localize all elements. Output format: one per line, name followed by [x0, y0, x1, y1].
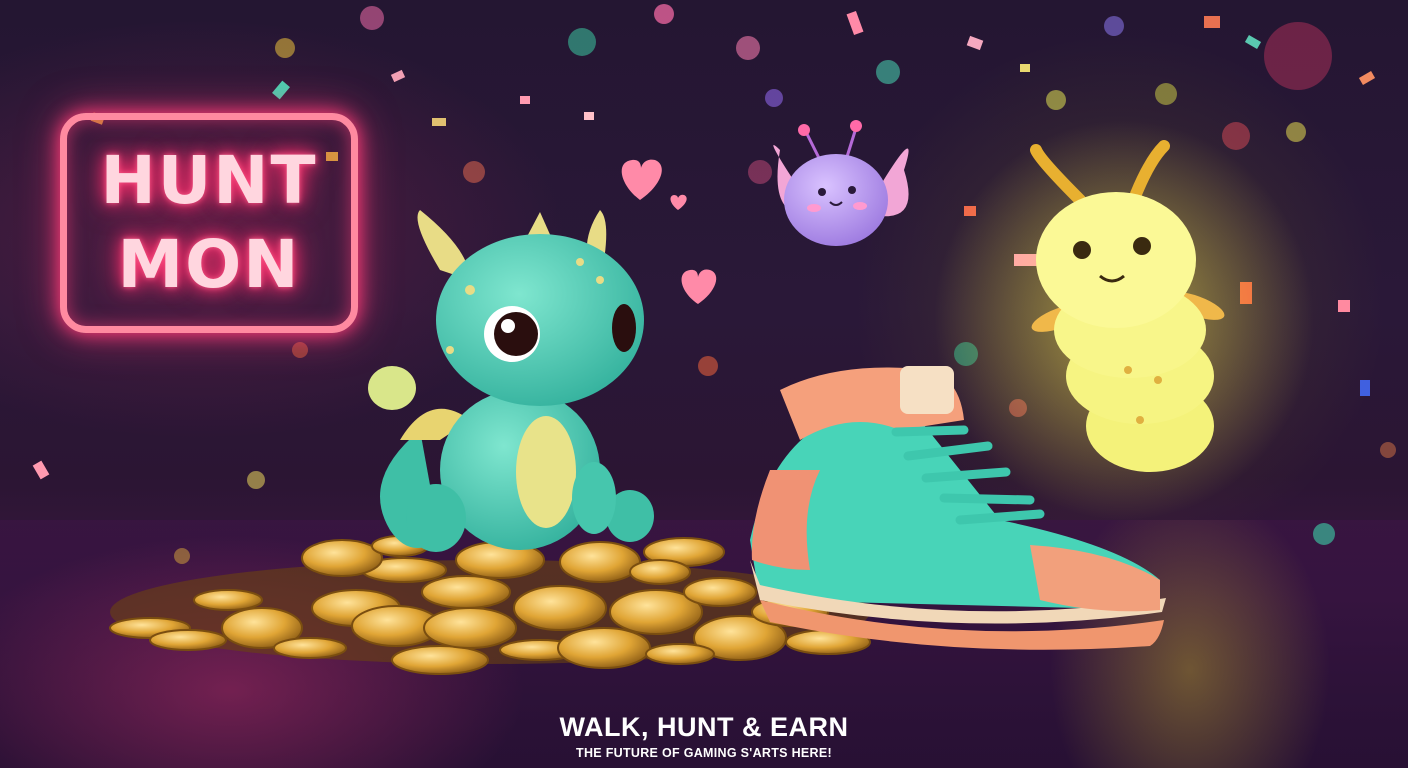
purple-winged-creature: [773, 120, 909, 246]
headline: WALK, HUNT & EARN: [559, 712, 849, 742]
tagline: THE FUTURE OF GAMING S'ARTS HERE!: [576, 746, 832, 760]
hunt-mon-neon-logo: HUNT MON: [60, 113, 358, 333]
logo-line-2: MON: [117, 226, 301, 303]
hearts: [621, 159, 717, 304]
logo-line-1: HUNT: [100, 142, 318, 219]
teal-dragon: [368, 210, 654, 552]
glowing-caterpillar: [934, 120, 1314, 520]
poster-scene: HUNT MON WALK, HUNT & EARN THE FUTURE OF…: [0, 0, 1408, 768]
